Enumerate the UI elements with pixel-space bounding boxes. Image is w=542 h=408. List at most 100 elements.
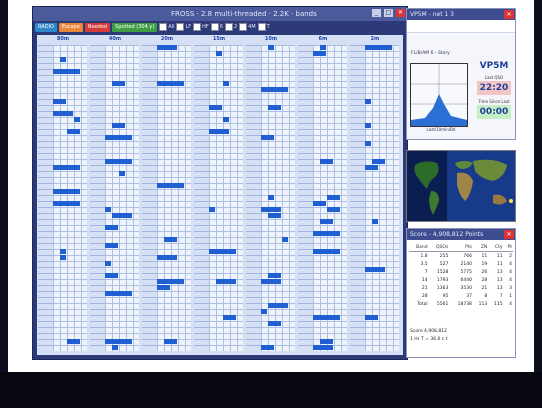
worked-marker <box>157 183 184 188</box>
checkbox-icon <box>159 23 168 31</box>
score-title[interactable]: Score - 4,908,812 Points <box>407 229 515 240</box>
score-row: 7 1528 5775 26 13 4 <box>409 268 513 276</box>
worked-marker <box>105 159 132 164</box>
minimize-button[interactable]: _ <box>372 9 381 17</box>
band-cells[interactable] <box>53 45 87 351</box>
worked-marker <box>261 87 288 92</box>
checkbox-icon <box>224 23 233 31</box>
worked-marker <box>268 195 274 200</box>
band-cells[interactable] <box>313 45 347 351</box>
worked-marker <box>365 141 371 146</box>
worked-marker <box>320 339 333 344</box>
band-cells[interactable] <box>105 45 139 351</box>
worked-marker <box>157 279 184 284</box>
worked-marker <box>365 165 378 170</box>
score-cell: 7 <box>424 269 428 275</box>
needed-button[interactable]: Needed <box>84 22 111 32</box>
station-panel-title[interactable]: VP5M - net 1 3 <box>407 9 515 20</box>
score-cell: Total <box>417 301 428 307</box>
score-cell: 1793 <box>436 277 449 283</box>
worked-marker <box>261 309 267 314</box>
time-since-label: Time Since Last <box>478 99 510 104</box>
worked-marker <box>313 345 333 350</box>
prefix-list <box>90 45 105 351</box>
radio-button[interactable]: RADIO <box>35 22 57 32</box>
close-icon[interactable]: ✕ <box>504 230 514 239</box>
maximize-button[interactable]: □ <box>384 9 393 17</box>
checkbox-icon <box>176 23 185 31</box>
spotted-button[interactable]: Spotted (304 y) <box>112 22 158 32</box>
band-cells[interactable] <box>365 45 399 351</box>
graph-caption: FL/B/AM 6 - Story <box>411 51 450 56</box>
score-cell: 21 <box>481 285 488 291</box>
worked-marker <box>372 219 378 224</box>
worked-marker <box>119 171 125 176</box>
score-cell: 7 <box>499 293 503 299</box>
worked-marker <box>209 129 229 134</box>
filter-checkbox-hf[interactable]: HF <box>193 23 209 31</box>
band-header: 2m <box>370 36 380 42</box>
filter-checkbox-lf[interactable]: LF <box>176 23 191 31</box>
world-map-svg <box>407 151 515 221</box>
worked-marker <box>261 345 274 350</box>
score-body: 1.8 255 766 11 11 2 3.5 527 2140 19 11 4 7 1528 5775 26… <box>409 252 513 309</box>
score-cell: 37 <box>466 293 472 299</box>
rate-graph-svg <box>411 64 467 126</box>
score-cell: 13 <box>496 277 503 283</box>
worked-marker <box>112 123 125 128</box>
band-column-80m: 80m <box>37 35 89 355</box>
filter-checkbox-6[interactable]: 6 <box>210 23 223 31</box>
score-cell: 18738 <box>457 301 472 307</box>
filter-checkbox-2[interactable]: 2 <box>224 23 237 31</box>
filter-checkbox-4m[interactable]: 4M <box>239 23 256 31</box>
worked-marker <box>157 45 177 50</box>
worked-marker <box>282 237 288 242</box>
score-header-cell: Cty <box>488 243 504 252</box>
band-cells[interactable] <box>209 45 243 351</box>
score-header-cell: Band <box>409 243 429 252</box>
worked-marker <box>105 207 111 212</box>
prefix-list <box>194 45 209 351</box>
score-cell: 95 <box>442 293 449 299</box>
worked-marker <box>105 291 132 296</box>
worked-marker <box>313 51 326 56</box>
score-cell: 255 <box>439 253 449 259</box>
band-column-15m: 15m <box>193 35 245 355</box>
score-cell: 8 <box>484 293 488 299</box>
close-icon[interactable]: ✕ <box>504 10 514 19</box>
score-cell: 2140 <box>460 261 472 267</box>
score-cell: 11 <box>496 253 503 259</box>
band-column-20m: 20m <box>141 35 193 355</box>
multiplier-grid: 80m 40m 20m 15m 10m 6m 2m <box>37 35 403 355</box>
worked-marker <box>164 339 177 344</box>
main-title-bar[interactable]: FROSS · 2.8 multi-threaded · 2.2K · band… <box>33 7 407 21</box>
score-cell: 5775 <box>460 269 472 275</box>
score-cell: 3.5 <box>420 261 428 267</box>
close-button[interactable]: ✕ <box>396 9 405 17</box>
worked-marker <box>112 213 132 218</box>
main-window-title: FROSS · 2.8 multi-threaded · 2.2K · band… <box>171 10 317 18</box>
worked-marker <box>53 69 80 74</box>
band-header: 6m <box>318 36 328 42</box>
checkbox-icon <box>239 23 248 31</box>
score-cell: 26 <box>481 269 488 275</box>
escape-button[interactable]: Escape <box>58 22 83 32</box>
band-header: 20m <box>160 36 174 42</box>
band-map-window: FROSS · 2.8 multi-threaded · 2.2K · band… <box>32 6 408 360</box>
filter-checkbox-all[interactable]: All <box>159 23 174 31</box>
worked-marker <box>261 207 281 212</box>
worked-marker <box>209 249 236 254</box>
worked-marker <box>268 303 288 308</box>
prefix-list <box>246 45 261 351</box>
score-header-row: Band QSOs Pts ZN Cty Pt <box>409 243 513 252</box>
band-cells[interactable] <box>157 45 191 351</box>
worked-marker <box>105 273 118 278</box>
worked-marker <box>60 249 66 254</box>
filter-checkbox-t[interactable]: T <box>257 23 270 31</box>
score-cell: 28 <box>481 277 488 283</box>
score-window: Score - 4,908,812 Points ✕ Band QSOs Pts ZN… <box>406 228 516 358</box>
station-panel: VP5M - net 1 3 ✕ FL/B/AM 6 - Story Last/… <box>406 8 516 140</box>
panel-banner <box>407 20 515 33</box>
worked-marker <box>268 105 281 110</box>
band-cells[interactable] <box>261 45 295 351</box>
